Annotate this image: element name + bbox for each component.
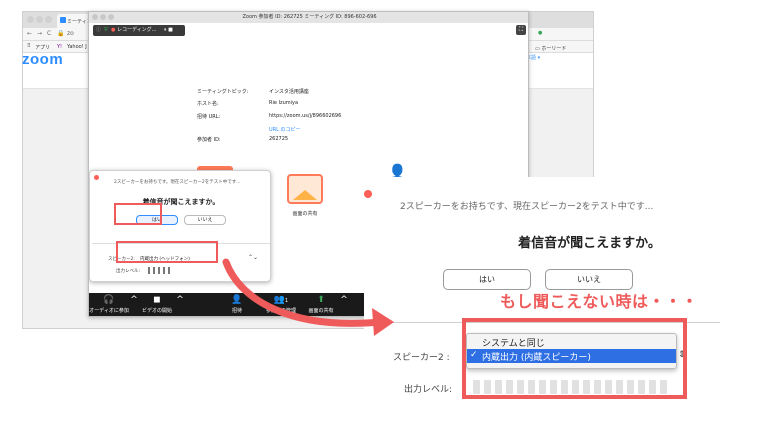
lock-icon: 🔒: [57, 30, 65, 37]
audio-options-chevron-icon[interactable]: ^: [129, 293, 139, 307]
apps-grid-icon[interactable]: ⠿: [27, 43, 31, 49]
invite-url-value: https://zoom.us/j/896602696: [269, 113, 342, 119]
highlight-box-dropdown: [462, 318, 687, 399]
invite-url-label: 招待 URL:: [197, 114, 221, 120]
topic-value: インスタ活用講座: [269, 89, 309, 95]
recording-label: レコーディング...: [117, 27, 157, 33]
level-bar: [168, 267, 170, 274]
share-image-glyph: [293, 190, 317, 200]
share-options-chevron-icon[interactable]: ^: [339, 293, 349, 307]
close-dot-icon[interactable]: [27, 16, 34, 23]
zoomed-dialog-close-dot-icon[interactable]: [364, 190, 372, 198]
share-arrow-icon: ⬆: [317, 295, 325, 305]
copy-url-link[interactable]: URL のコピー: [269, 126, 301, 133]
yahoo-icon: Y!: [57, 44, 63, 50]
fullscreen-icon[interactable]: ⛶: [516, 25, 526, 35]
share-screen-toolbar-label: 画面の共有: [308, 308, 334, 314]
bookmark-folder-label: ホーリード: [541, 46, 567, 52]
maximize-dot-icon[interactable]: [45, 16, 52, 23]
start-video-button[interactable]: ◼︎ ビデオの開始: [139, 293, 175, 314]
zoomed-output-level-label: 出力レベル:: [404, 385, 453, 395]
recording-dot-icon: ●: [111, 27, 116, 33]
level-bar: [163, 267, 165, 274]
highlight-box-yes: [114, 203, 162, 225]
share-screen-button[interactable]: ⬆ 画面の共有: [301, 293, 341, 314]
share-screen-label: 画面の共有: [292, 211, 318, 217]
add-user-icon: 👤: [231, 295, 243, 305]
annotation-caption: もし聞こえない時は・・・: [500, 292, 699, 311]
invite-button[interactable]: 👤 招待: [223, 293, 251, 314]
participants-icon: 👥1: [273, 295, 289, 305]
zoom-window-title: Zoom 参加者 ID: 262725 ミーティング ID: 896-602-6…: [89, 12, 528, 23]
host-label: ホスト名:: [197, 101, 219, 107]
zoom-favicon-icon: [60, 17, 66, 23]
manage-participants-button[interactable]: 👥1 参加者の管理: [261, 293, 301, 314]
bookmark-apps[interactable]: アプリ: [35, 44, 50, 51]
audio-test-dialog-small: 2スピーカーをお持ちです。現在スピーカー2をテスト中です... 着信音が聞こえま…: [89, 170, 271, 282]
url-text: zo: [67, 30, 74, 37]
recording-indicator[interactable]: ⓘ ⛨ ● レコーディング... ⏸ ■: [93, 25, 185, 36]
output-level-label: 出力レベル:: [116, 269, 141, 274]
bookmark-folder[interactable]: ▭ ホーリード: [535, 45, 566, 52]
participant-id-label: 参加者 ID:: [197, 137, 221, 143]
join-audio-button[interactable]: 🎧 オーディオに参加: [89, 293, 129, 314]
no-button[interactable]: いいえ: [184, 215, 226, 225]
bookmark-yahoo[interactable]: Yahoo! J: [67, 44, 87, 50]
speaker-test-notice: 2スピーカーをお持ちです。現在スピーカー2をテスト中です...: [114, 180, 241, 185]
minimize-dot-icon[interactable]: [36, 16, 43, 23]
highlight-box-speaker: [116, 241, 218, 263]
zoomed-ringtone-question: 着信音が聞こえますか。: [518, 236, 661, 251]
dialog-close-dot-icon[interactable]: [94, 175, 99, 180]
back-icon[interactable]: ←: [27, 30, 32, 37]
zoom-logo[interactable]: zoom: [22, 51, 63, 68]
zoom-maximize-dot-icon[interactable]: [108, 14, 114, 20]
video-off-icon: ◼︎: [153, 295, 161, 305]
video-options-chevron-icon[interactable]: ^: [175, 293, 185, 307]
level-bar: [148, 267, 150, 274]
join-audio-label: オーディオに参加: [89, 308, 129, 314]
invite-label: 招待: [231, 308, 242, 314]
topic-label: ミーティングトピック:: [197, 89, 249, 95]
level-bar: [153, 267, 155, 274]
participant-id-value: 262725: [269, 136, 289, 142]
extension-icon[interactable]: ●: [538, 30, 542, 36]
zoomed-speaker-label: スピーカー2 :: [393, 353, 450, 363]
zoom-minimize-dot-icon[interactable]: [100, 14, 106, 20]
recording-controls[interactable]: ⏸ ■: [164, 27, 173, 33]
zoom-close-dot-icon[interactable]: [92, 14, 98, 20]
start-video-label: ビデオの開始: [141, 308, 172, 314]
security-shield-icon[interactable]: ⛨: [104, 25, 108, 36]
select-chevron-icon[interactable]: ⌃⌄: [248, 254, 258, 261]
reload-icon[interactable]: C: [47, 30, 51, 37]
zoomed-no-button[interactable]: いいえ: [545, 269, 633, 290]
zoomed-yes-button[interactable]: はい: [443, 269, 531, 290]
participants-count: 1: [285, 298, 289, 304]
manage-participants-label: 参加者の管理: [265, 308, 296, 314]
info-icon[interactable]: ⓘ: [96, 25, 101, 36]
zoomed-speaker-test-notice: 2スピーカーをお持ちです、現在スピーカー2をテスト中です...: [400, 202, 654, 212]
level-bar: [158, 267, 160, 274]
forward-icon[interactable]: →: [37, 30, 42, 37]
headphone-icon: 🎧: [103, 295, 115, 305]
host-value: Rie Izumiya: [269, 100, 299, 106]
